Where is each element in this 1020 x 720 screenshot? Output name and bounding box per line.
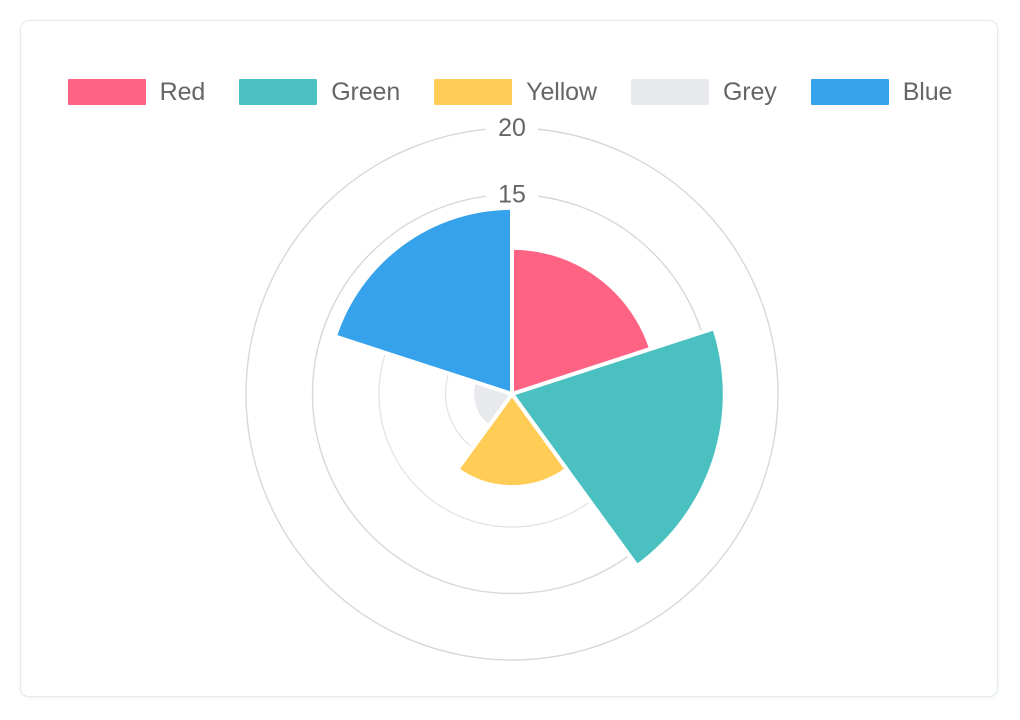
radial-tick-labels: 1520 <box>486 111 538 210</box>
polar-slices <box>332 205 727 569</box>
screenshot-root: Red Green Yellow Grey Blue 15 20 <box>0 0 1020 720</box>
chart-card: Red Green Yellow Grey Blue 15 20 <box>20 20 998 697</box>
polar-slice-blue[interactable] <box>332 205 514 396</box>
polar-chart-svg: 1520 <box>245 111 779 661</box>
radial-tick-label-20: 20 <box>498 114 526 142</box>
polar-area-chart: 15 20 <box>21 21 999 698</box>
radial-tick-label-15: 15 <box>498 181 526 209</box>
